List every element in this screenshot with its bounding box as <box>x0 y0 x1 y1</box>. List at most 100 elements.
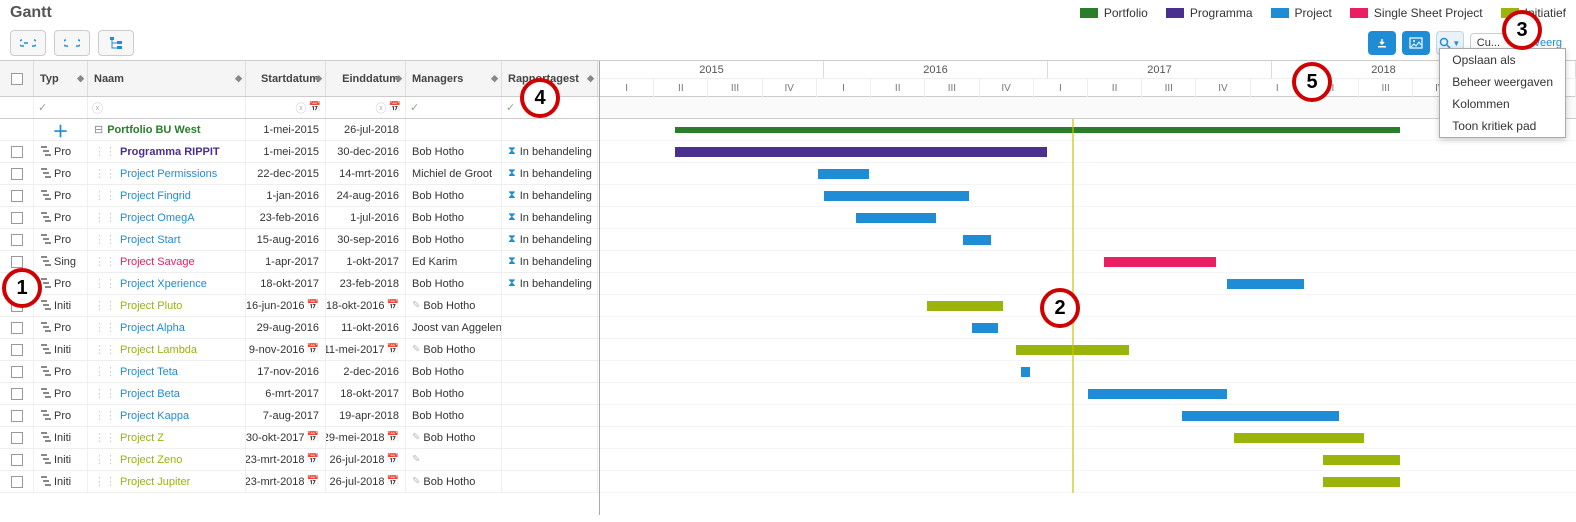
calendar-icon[interactable]: 📅 <box>307 476 319 487</box>
row-checkbox[interactable] <box>11 432 23 444</box>
gantt-row <box>600 471 1576 493</box>
row-checkbox[interactable] <box>11 344 23 356</box>
row-name-link[interactable]: Project Alpha <box>120 322 185 334</box>
row-name[interactable]: Portfolio BU West <box>107 124 200 136</box>
row-checkbox[interactable] <box>11 322 23 334</box>
filter-end-clear-icon[interactable]: ⓧ <box>376 100 387 116</box>
gantt-bar[interactable] <box>1088 389 1226 399</box>
row-name-link[interactable]: Project Teta <box>120 366 178 378</box>
calendar-icon[interactable]: 📅 <box>307 454 319 465</box>
row-checkbox[interactable] <box>11 212 23 224</box>
type-icon <box>40 188 54 203</box>
add-row-button[interactable]: ＋ <box>52 119 68 140</box>
row-name-link[interactable]: Project Xperience <box>120 278 207 290</box>
row-checkbox[interactable] <box>11 146 23 158</box>
grid-panel: Typ◆ Naam◆ Startdatum◆ Einddatum◆ Manage… <box>0 61 600 515</box>
weergave-dropdown: Opslaan als Beheer weergaven Kolommen To… <box>1439 48 1566 138</box>
calendar-icon[interactable]: 📅 <box>387 476 399 487</box>
row-checkbox[interactable] <box>11 234 23 246</box>
pencil-icon[interactable]: ✎ <box>412 300 420 311</box>
row-name-link[interactable]: Project Savage <box>120 256 195 268</box>
filter-type-icon[interactable]: ✓ <box>38 101 47 114</box>
col-naam[interactable]: Naam◆ <box>88 61 246 96</box>
row-name-link[interactable]: Project Permissions <box>120 168 217 180</box>
gantt-bar[interactable] <box>963 235 991 245</box>
row-name-link[interactable]: Programma RIPPIT <box>120 146 220 158</box>
filter-mgr-icon[interactable]: ✓ <box>410 101 419 114</box>
row-checkbox[interactable] <box>11 256 23 268</box>
dropdown-opslaan[interactable]: Opslaan als <box>1440 49 1565 71</box>
gantt-bar[interactable] <box>1227 279 1305 289</box>
row-name-link[interactable]: Project Lambda <box>120 344 197 356</box>
row-checkbox[interactable] <box>11 388 23 400</box>
table-row: Initi⋮⋮Project Zeno23-mrt-2018📅26-jul-20… <box>0 449 599 471</box>
gantt-bar[interactable] <box>972 323 998 333</box>
type-icon <box>40 210 54 225</box>
dropdown-kolommen[interactable]: Kolommen <box>1440 93 1565 115</box>
gantt-bar[interactable] <box>1323 455 1400 465</box>
calendar-icon[interactable]: 📅 <box>387 344 399 355</box>
pencil-icon[interactable]: ✎ <box>412 476 420 487</box>
gantt-bar[interactable] <box>1104 257 1216 267</box>
pencil-icon[interactable]: ✎ <box>412 454 420 465</box>
row-checkbox[interactable] <box>11 454 23 466</box>
gantt-row <box>600 361 1576 383</box>
pencil-icon[interactable]: ✎ <box>412 344 420 355</box>
row-checkbox[interactable] <box>11 190 23 202</box>
calendar-icon[interactable]: 📅 <box>387 454 399 465</box>
table-row: Pro⋮⋮Programma RIPPIT1-mei-201530-dec-20… <box>0 141 599 163</box>
row-checkbox[interactable] <box>11 366 23 378</box>
pencil-icon[interactable]: ✎ <box>412 432 420 443</box>
dropdown-kritiek[interactable]: Toon kritiek pad <box>1440 115 1565 137</box>
calendar-icon[interactable]: 📅 <box>307 432 319 443</box>
col-managers[interactable]: Managers◆ <box>406 61 502 96</box>
hourglass-icon: ⧗ <box>508 277 516 290</box>
row-name-link[interactable]: Project Start <box>120 234 181 246</box>
calendar-icon[interactable]: 📅 <box>307 300 319 311</box>
gantt-bar[interactable] <box>818 169 869 179</box>
row-name-link[interactable]: Project Beta <box>120 388 180 400</box>
col-type[interactable]: Typ◆ <box>34 61 88 96</box>
legend-item: Portfolio <box>1080 6 1148 20</box>
type-icon <box>40 166 54 181</box>
link-button[interactable] <box>10 30 46 56</box>
tree-collapse-icon[interactable]: ⊟ <box>94 123 103 136</box>
row-checkbox[interactable] <box>11 410 23 422</box>
gantt-bar[interactable] <box>1234 433 1364 443</box>
gantt-bar[interactable] <box>675 127 1400 133</box>
filter-status-icon[interactable]: ✓ <box>506 101 515 114</box>
row-name-link[interactable]: Project Jupiter <box>120 476 190 488</box>
export-image-button[interactable] <box>1402 31 1430 55</box>
row-name-link[interactable]: Project Pluto <box>120 300 182 312</box>
gantt-bar[interactable] <box>856 213 936 223</box>
gantt-bar[interactable] <box>1323 477 1400 487</box>
calendar-icon[interactable]: 📅 <box>389 102 401 113</box>
gantt-bar[interactable] <box>675 147 1048 157</box>
row-name-link[interactable]: Project Fingrid <box>120 190 191 202</box>
col-start[interactable]: Startdatum◆ <box>246 61 326 96</box>
gantt-bar[interactable] <box>824 191 969 201</box>
row-name-link[interactable]: Project Kappa <box>120 410 189 422</box>
gantt-panel: 2015201620172018IIIIIIIVIIIIIIIVIIIIIIIV… <box>600 61 1576 515</box>
table-row: Pro⋮⋮Project OmegA23-feb-20161-jul-2016B… <box>0 207 599 229</box>
calendar-icon[interactable]: 📅 <box>309 102 321 113</box>
unlink-button[interactable] <box>54 30 90 56</box>
filter-start-clear-icon[interactable]: ⓧ <box>296 100 307 116</box>
calendar-icon[interactable]: 📅 <box>307 344 319 355</box>
row-checkbox[interactable] <box>11 168 23 180</box>
gantt-bar[interactable] <box>1182 411 1339 421</box>
calendar-icon[interactable]: 📅 <box>387 432 399 443</box>
row-name-link[interactable]: Project Zeno <box>120 454 182 466</box>
export-pdf-button[interactable] <box>1368 31 1396 55</box>
row-name-link[interactable]: Project Z <box>120 432 164 444</box>
hierarchy-button[interactable] <box>98 30 134 56</box>
filter-name-clear-icon[interactable]: ⓧ <box>92 100 103 116</box>
calendar-icon[interactable]: 📅 <box>387 300 399 311</box>
select-all-checkbox[interactable] <box>11 73 23 85</box>
row-name-link[interactable]: Project OmegA <box>120 212 195 224</box>
gantt-bar[interactable] <box>1021 367 1030 377</box>
col-eind[interactable]: Einddatum◆ <box>326 61 406 96</box>
dropdown-beheer[interactable]: Beheer weergaven <box>1440 71 1565 93</box>
row-checkbox[interactable] <box>11 476 23 488</box>
gantt-bar[interactable] <box>927 301 1003 311</box>
